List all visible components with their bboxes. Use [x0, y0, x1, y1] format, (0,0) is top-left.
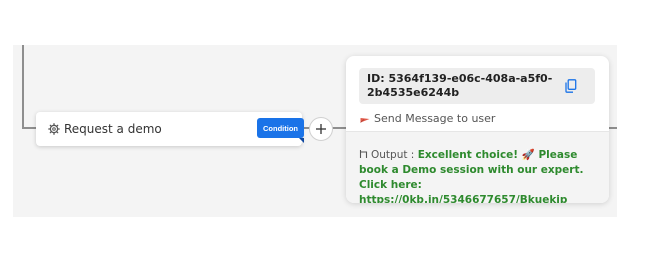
node-label: Request a demo — [64, 122, 162, 136]
output-section: Output : Excellent choice! 🚀 Please book… — [346, 131, 609, 203]
connector-line-vertical — [22, 45, 24, 129]
output-label: Output : — [371, 149, 418, 161]
flow-node-request-demo[interactable]: Request a demo Condition — [36, 112, 304, 146]
output-text: Output : Excellent choice! 🚀 Please book… — [359, 148, 599, 203]
branch-icon — [359, 149, 368, 159]
condition-badge[interactable]: Condition — [257, 118, 304, 143]
send-message-row: Send Message to user — [360, 112, 495, 125]
add-node-button[interactable] — [309, 117, 333, 141]
message-card[interactable]: ID: 5364f139-e06c-408a-a5f0-2b4535e6244b… — [346, 56, 609, 203]
gear-icon — [48, 123, 60, 135]
send-icon — [360, 114, 370, 124]
copy-icon[interactable] — [565, 79, 577, 93]
send-message-label: Send Message to user — [374, 112, 496, 125]
connector-line-right — [608, 127, 617, 129]
id-box: ID: 5364f139-e06c-408a-a5f0-2b4535e6244b — [359, 68, 595, 104]
message-id: ID: 5364f139-e06c-408a-a5f0-2b4535e6244b — [367, 72, 553, 99]
plus-icon — [316, 124, 326, 134]
